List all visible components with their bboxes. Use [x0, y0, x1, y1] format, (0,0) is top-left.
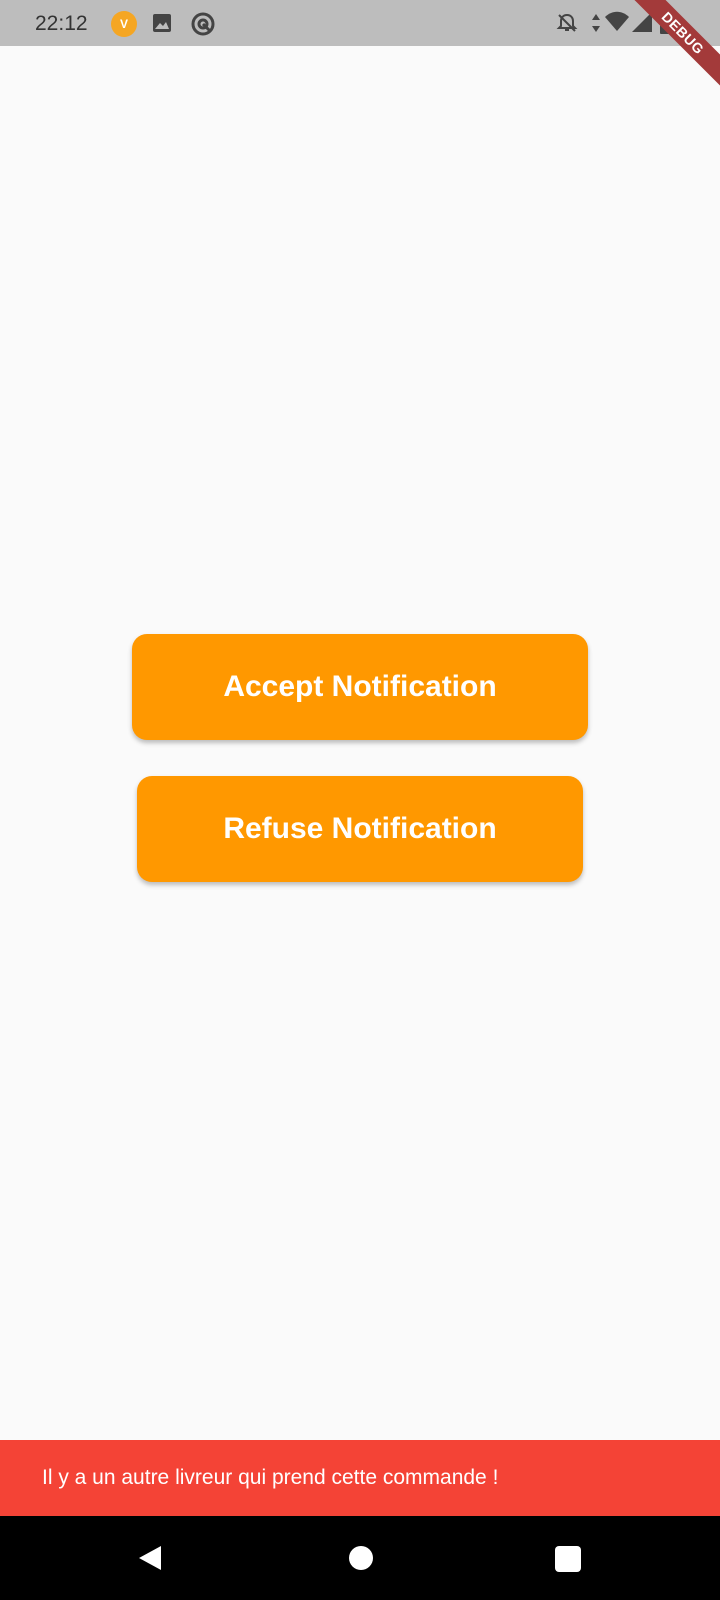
main-content: Accept Notification Refuse Notification: [0, 46, 720, 1440]
app-badge-icon: V: [111, 11, 137, 37]
battery-icon: [659, 11, 673, 40]
home-icon[interactable]: [349, 1546, 373, 1570]
snackbar-message: Il y a un autre livreur qui prend cette …: [42, 1466, 499, 1489]
recents-icon[interactable]: [555, 1546, 581, 1572]
sync-icon: [190, 11, 216, 42]
back-icon[interactable]: [137, 1544, 163, 1577]
gallery-icon: [152, 13, 172, 38]
signal-icon: [631, 11, 653, 38]
bell-off-icon: [556, 12, 578, 39]
status-time: 22:12: [35, 12, 88, 35]
snackbar: Il y a un autre livreur qui prend cette …: [0, 1440, 720, 1516]
refuse-notification-button[interactable]: Refuse Notification: [137, 776, 583, 882]
navigation-bar: [0, 1516, 720, 1600]
status-bar: 22:12 V: [0, 0, 720, 46]
accept-notification-button[interactable]: Accept Notification: [132, 634, 588, 740]
wifi-icon: [604, 11, 630, 38]
data-arrows-icon: [591, 12, 601, 39]
